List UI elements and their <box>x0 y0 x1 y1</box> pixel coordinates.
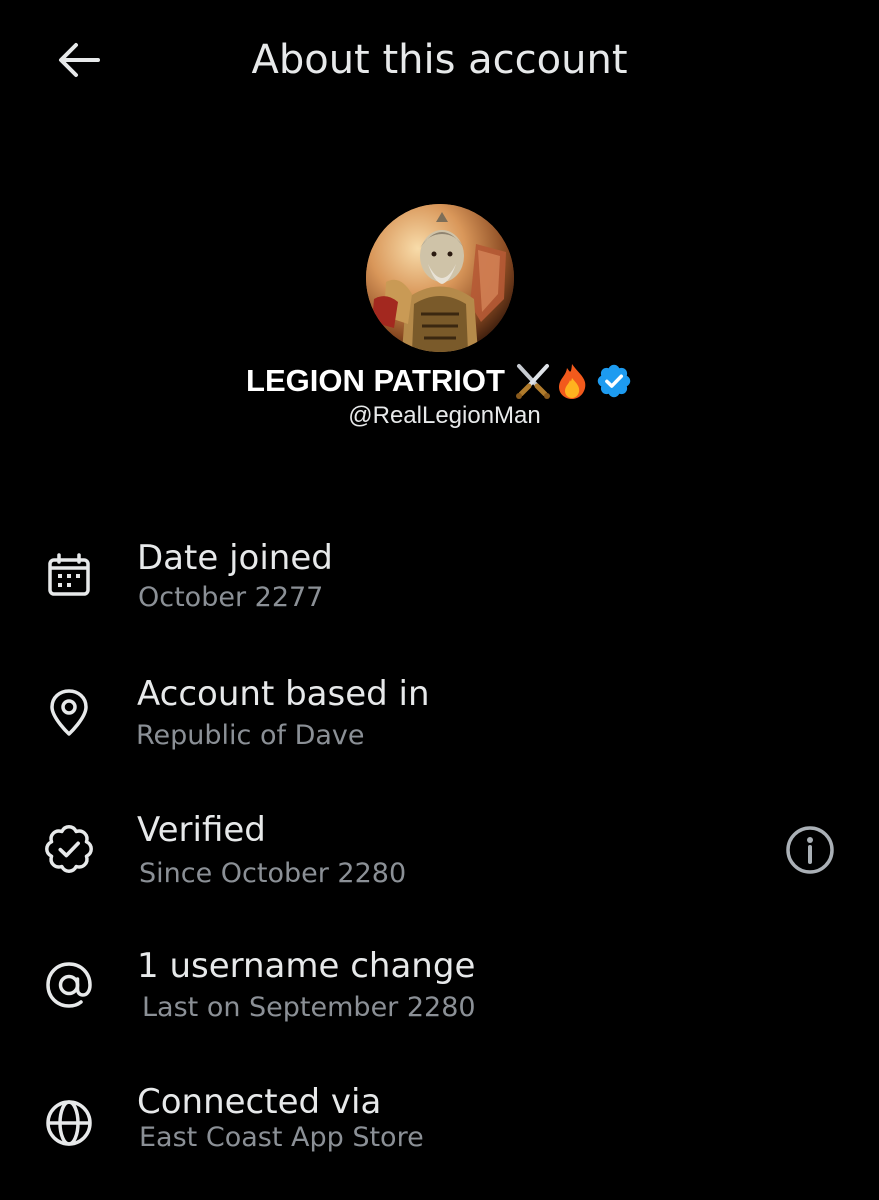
detail-row-account-based-in: Account based in Republic of Dave <box>0 672 879 772</box>
detail-title: Account based in <box>137 674 430 714</box>
display-name: LEGION PATRIOT <box>246 363 505 398</box>
detail-title: Verified <box>137 810 266 850</box>
avatar-image <box>366 204 514 352</box>
info-icon <box>786 826 834 874</box>
display-name-row: LEGION PATRIOT <box>0 360 879 402</box>
crossed-swords-icon <box>513 362 553 400</box>
page-title: About this account <box>251 37 628 83</box>
detail-row-date-joined: Date joined October 2277 <box>0 536 879 636</box>
calendar-icon <box>40 546 98 604</box>
globe-icon <box>40 1094 98 1152</box>
at-sign-icon <box>40 956 98 1014</box>
detail-title: Date joined <box>137 538 333 578</box>
fire-icon <box>555 362 589 400</box>
detail-row-verified: Verified Since October 2280 <box>0 808 879 908</box>
detail-title: Connected via <box>137 1082 382 1122</box>
verified-badge-icon[interactable] <box>595 362 633 400</box>
detail-row-connected-via: Connected via East Coast App Store <box>0 1080 879 1180</box>
detail-row-username-change: 1 username change Last on September 2280 <box>0 944 879 1044</box>
location-pin-icon <box>40 684 98 742</box>
detail-subtitle: October 2277 <box>138 582 324 613</box>
avatar[interactable] <box>366 204 514 352</box>
detail-subtitle: East Coast App Store <box>139 1122 424 1153</box>
verified-info-button[interactable] <box>782 822 838 878</box>
detail-title: 1 username change <box>137 946 476 986</box>
top-app-bar: About this account <box>0 0 879 120</box>
detail-subtitle: Last on September 2280 <box>142 992 476 1023</box>
username-handle: @RealLegionMan <box>348 402 541 429</box>
verified-outline-icon <box>40 820 98 878</box>
detail-subtitle: Republic of Dave <box>136 720 365 751</box>
detail-subtitle: Since October 2280 <box>139 858 407 889</box>
